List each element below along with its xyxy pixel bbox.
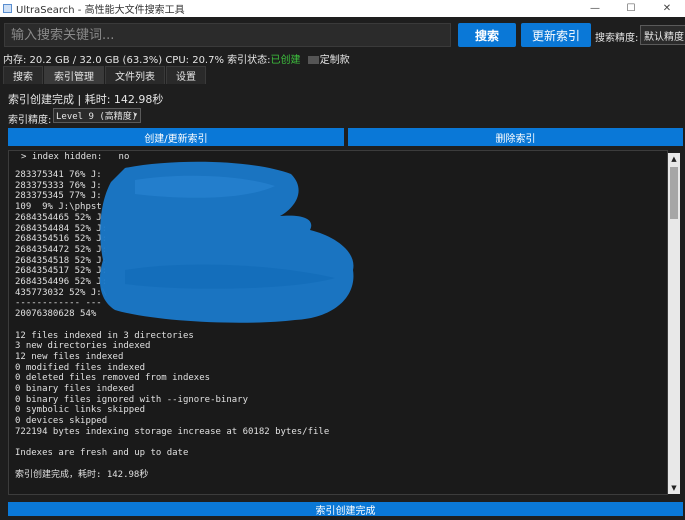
maximize-button[interactable]: ☐: [613, 0, 649, 17]
delete-index-button[interactable]: 删除索引: [348, 128, 683, 146]
index-level-select[interactable]: Level 9 (高精度) ▾: [53, 108, 141, 123]
cpu-usage: CPU: 20.7%: [165, 55, 224, 66]
tab-settings[interactable]: 设置: [166, 66, 206, 84]
memory-usage: 内存: 20.2 GB / 32.0 GB (63.3%): [3, 55, 163, 66]
search-precision-value: 默认精度: [644, 31, 684, 43]
status-badge: [307, 56, 319, 64]
search-row: 搜索 更新索引 搜索精度: 默认精度: [0, 21, 685, 49]
app-icon: [3, 4, 12, 13]
window-controls: — ☐ ✕: [577, 0, 685, 17]
tab-bar: 搜索 索引管理 文件列表 设置: [3, 66, 207, 84]
tab-search[interactable]: 搜索: [3, 66, 43, 84]
index-level-value: Level 9 (高精度): [56, 112, 138, 122]
search-input[interactable]: [4, 23, 451, 47]
update-index-button[interactable]: 更新索引: [521, 23, 591, 47]
scroll-thumb[interactable]: [670, 167, 678, 219]
redaction-scribble: [99, 161, 354, 323]
scroll-down-icon[interactable]: ▼: [668, 482, 680, 494]
status-bar: 索引创建完成: [8, 502, 683, 517]
index-result-text: 索引创建完成 | 耗时: 142.98秒: [8, 93, 164, 106]
create-index-button[interactable]: 创建/更新索引: [8, 128, 344, 146]
tab-file-list[interactable]: 文件列表: [105, 66, 165, 84]
search-precision-select[interactable]: 默认精度: [640, 25, 685, 45]
chevron-down-icon: ▾: [133, 110, 138, 119]
search-button[interactable]: 搜索: [458, 23, 516, 47]
close-button[interactable]: ✕: [649, 0, 685, 17]
status-bar-text: 索引创建完成: [315, 505, 376, 517]
system-status: 内存: 20.2 GB / 32.0 GB (63.3%) CPU: 20.7%…: [3, 51, 350, 66]
status-extra: 定制款: [319, 55, 350, 66]
index-level-label: 索引精度:: [8, 115, 52, 126]
index-log[interactable]: > index hidden: no 283375341 76% J: 2833…: [8, 150, 668, 495]
window-title: UltraSearch - 高性能大文件搜索工具: [16, 5, 185, 16]
title-bar: UltraSearch - 高性能大文件搜索工具 — ☐ ✕: [0, 0, 685, 17]
minimize-button[interactable]: —: [577, 0, 613, 17]
index-status-value: 已创建: [270, 55, 301, 66]
search-precision-label: 搜索精度:: [595, 33, 639, 44]
log-scrollbar[interactable]: ▲ ▼: [668, 153, 680, 494]
tab-index-management[interactable]: 索引管理: [44, 66, 104, 84]
scroll-up-icon[interactable]: ▲: [668, 153, 680, 165]
index-status-label: 索引状态:: [227, 55, 271, 66]
